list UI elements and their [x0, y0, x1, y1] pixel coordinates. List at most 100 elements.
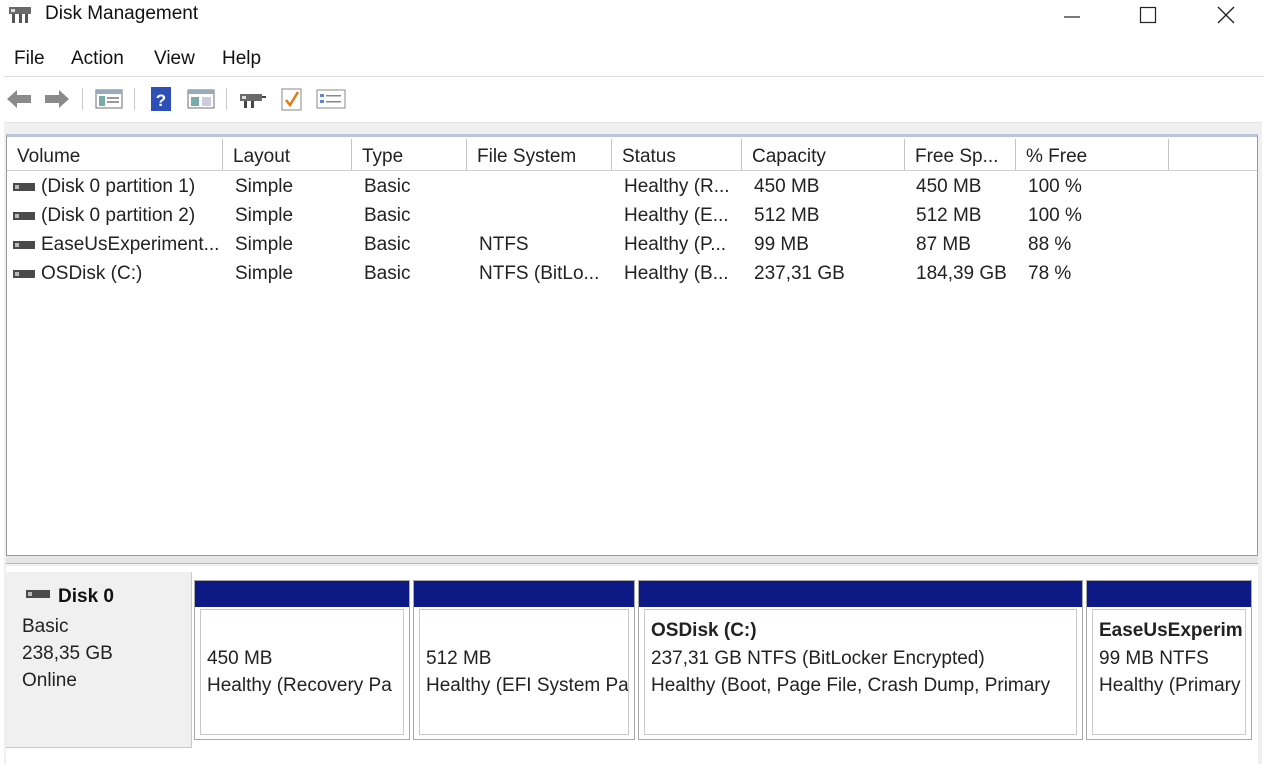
partition-bar: [1087, 581, 1251, 607]
volume-list-header: Volume Layout Type File System Status Ca…: [7, 139, 1257, 171]
volume-icon: [13, 270, 35, 278]
partition-size: 450 MB: [207, 648, 273, 669]
partition-easeusexperiment[interactable]: EaseUsExperim 99 MB NTFS Healthy (Primar…: [1086, 580, 1252, 740]
partition-bar: [639, 581, 1082, 607]
cell-free-space: 184,39 GB: [916, 263, 1007, 284]
cell-volume: (Disk 0 partition 1): [41, 176, 196, 197]
column-header-free-space[interactable]: Free Sp...: [905, 139, 1016, 170]
partition-efi[interactable]: 512 MB Healthy (EFI System Pa: [413, 580, 635, 740]
partition-bar: [195, 581, 409, 607]
toolbar-separator: [82, 88, 83, 110]
cell-capacity: 237,31 GB: [754, 263, 845, 284]
menu-action[interactable]: Action: [71, 48, 124, 70]
partition-body: OSDisk (C:) 237,31 GB NTFS (BitLocker En…: [644, 609, 1077, 735]
svg-text:?: ?: [156, 91, 166, 110]
minimize-icon: [1064, 16, 1080, 18]
properties-icon: [187, 89, 215, 109]
rescan-disks-icon: [240, 94, 266, 108]
partition-recovery[interactable]: 450 MB Healthy (Recovery Pa: [194, 580, 410, 740]
check-button[interactable]: [277, 85, 307, 113]
toolbar-separator: [134, 88, 135, 110]
disk-name: Disk 0: [58, 586, 114, 607]
cell-layout: Simple: [235, 176, 294, 197]
cell-volume: EaseUsExperiment...: [41, 234, 220, 255]
title-bar: Disk Management: [0, 0, 1266, 30]
cell-capacity: 512 MB: [754, 205, 820, 226]
show-hide-console-tree-button[interactable]: [94, 85, 124, 113]
partition-body: 512 MB Healthy (EFI System Pa: [419, 609, 629, 735]
volume-icon: [13, 183, 35, 191]
disk-list-icon: [316, 89, 346, 109]
close-button[interactable]: [1194, 0, 1258, 30]
forward-arrow-icon: [45, 90, 69, 108]
cell-capacity: 450 MB: [754, 176, 820, 197]
partition-status: Healthy (Boot, Page File, Crash Dump, Pr…: [651, 675, 1051, 696]
cell-volume: (Disk 0 partition 2): [41, 205, 196, 226]
table-row[interactable]: OSDisk (C:) Simple Basic NTFS (BitLo... …: [7, 260, 1257, 289]
cell-file-system: NTFS (BitLo...: [479, 263, 600, 284]
cell-type: Basic: [364, 176, 411, 197]
partition-title: EaseUsExperim: [1099, 620, 1243, 641]
column-header-empty: [1169, 139, 1257, 170]
menu-view[interactable]: View: [154, 48, 195, 70]
table-row[interactable]: (Disk 0 partition 2) Simple Basic Health…: [7, 202, 1257, 231]
back-arrow-icon: [7, 90, 31, 108]
cell-layout: Simple: [235, 263, 294, 284]
back-button[interactable]: [4, 85, 34, 113]
table-row[interactable]: (Disk 0 partition 1) Simple Basic Health…: [7, 173, 1257, 202]
disk-icon: [26, 590, 50, 598]
table-row[interactable]: EaseUsExperiment... Simple Basic NTFS He…: [7, 231, 1257, 260]
column-header-capacity[interactable]: Capacity: [742, 139, 905, 170]
column-header-type[interactable]: Type: [352, 139, 467, 170]
console-tree-icon: [95, 89, 123, 109]
partition-status: Healthy (EFI System Pa: [426, 675, 629, 696]
menu-divider: [4, 76, 1264, 77]
column-header-layout[interactable]: Layout: [223, 139, 352, 170]
disk-size: 238,35 GB: [22, 643, 113, 664]
minimize-button[interactable]: [1040, 0, 1104, 30]
partition-osdisk[interactable]: OSDisk (C:) 237,31 GB NTFS (BitLocker En…: [638, 580, 1083, 740]
menu-file[interactable]: File: [14, 48, 45, 70]
cell-volume: OSDisk (C:): [41, 263, 143, 284]
partition-status: Healthy (Recovery Pa: [207, 675, 392, 696]
partition-size: 237,31 GB NTFS (BitLocker Encrypted): [651, 648, 985, 669]
cell-type: Basic: [364, 205, 411, 226]
cell-percent-free: 100 %: [1028, 176, 1082, 197]
help-button[interactable]: ?: [146, 85, 176, 113]
column-header-status[interactable]: Status: [612, 139, 742, 170]
cell-status: Healthy (R...: [624, 176, 730, 197]
disk-0-label[interactable]: Disk 0 Basic 238,35 GB Online: [6, 572, 192, 748]
help-icon: ?: [151, 87, 171, 111]
check-icon: [281, 88, 302, 111]
cell-status: Healthy (P...: [624, 234, 727, 255]
pane-splitter[interactable]: [6, 556, 1258, 564]
volume-icon: [13, 212, 35, 220]
column-header-volume[interactable]: Volume: [7, 139, 223, 170]
cell-file-system: NTFS: [479, 234, 529, 255]
menu-help[interactable]: Help: [222, 48, 261, 70]
rescan-disks-button[interactable]: [238, 85, 268, 113]
properties-button[interactable]: [186, 85, 216, 113]
cell-free-space: 450 MB: [916, 176, 982, 197]
cell-status: Healthy (E...: [624, 205, 729, 226]
volume-icon: [13, 241, 35, 249]
disk-management-app-icon: [9, 7, 31, 23]
close-icon: [1217, 6, 1235, 24]
partition-body: 450 MB Healthy (Recovery Pa: [200, 609, 404, 735]
partition-body: EaseUsExperim 99 MB NTFS Healthy (Primar…: [1092, 609, 1246, 735]
disk-list-button[interactable]: [316, 85, 346, 113]
column-header-file-system[interactable]: File System: [467, 139, 612, 170]
partition-size: 512 MB: [426, 648, 492, 669]
cell-free-space: 512 MB: [916, 205, 982, 226]
forward-button[interactable]: [42, 85, 72, 113]
cell-capacity: 99 MB: [754, 234, 809, 255]
maximize-button[interactable]: [1116, 0, 1180, 30]
column-header-percent-free[interactable]: % Free: [1016, 139, 1169, 170]
toolbar: ?: [0, 80, 1266, 118]
volume-list[interactable]: Volume Layout Type File System Status Ca…: [6, 134, 1258, 556]
partition-status: Healthy (Primary: [1099, 675, 1241, 696]
partition-title: OSDisk (C:): [651, 620, 757, 641]
cell-status: Healthy (B...: [624, 263, 729, 284]
partition-bar: [414, 581, 634, 607]
menu-bar: File Action View Help: [0, 44, 1266, 76]
